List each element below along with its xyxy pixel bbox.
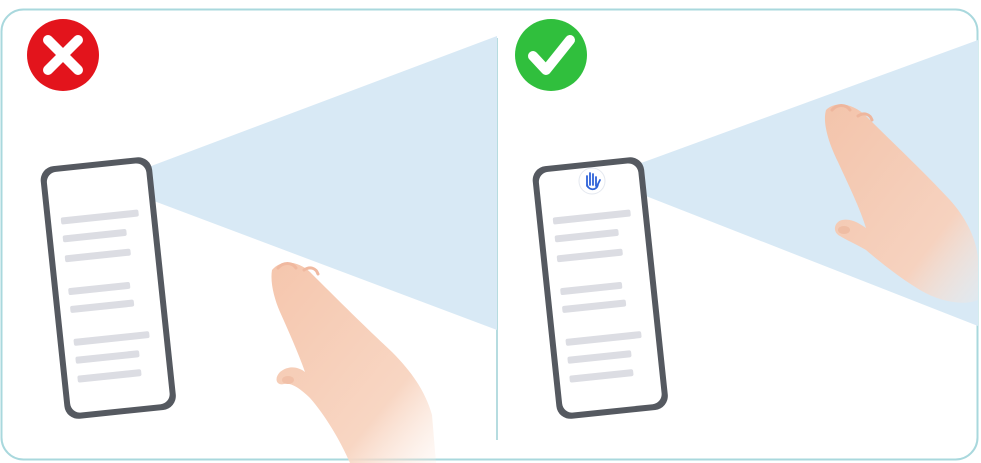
x-mark-icon [27,19,99,91]
check-mark-icon [515,19,587,91]
hand-gesture-icon [578,167,606,195]
illustration-frame [0,0,981,463]
